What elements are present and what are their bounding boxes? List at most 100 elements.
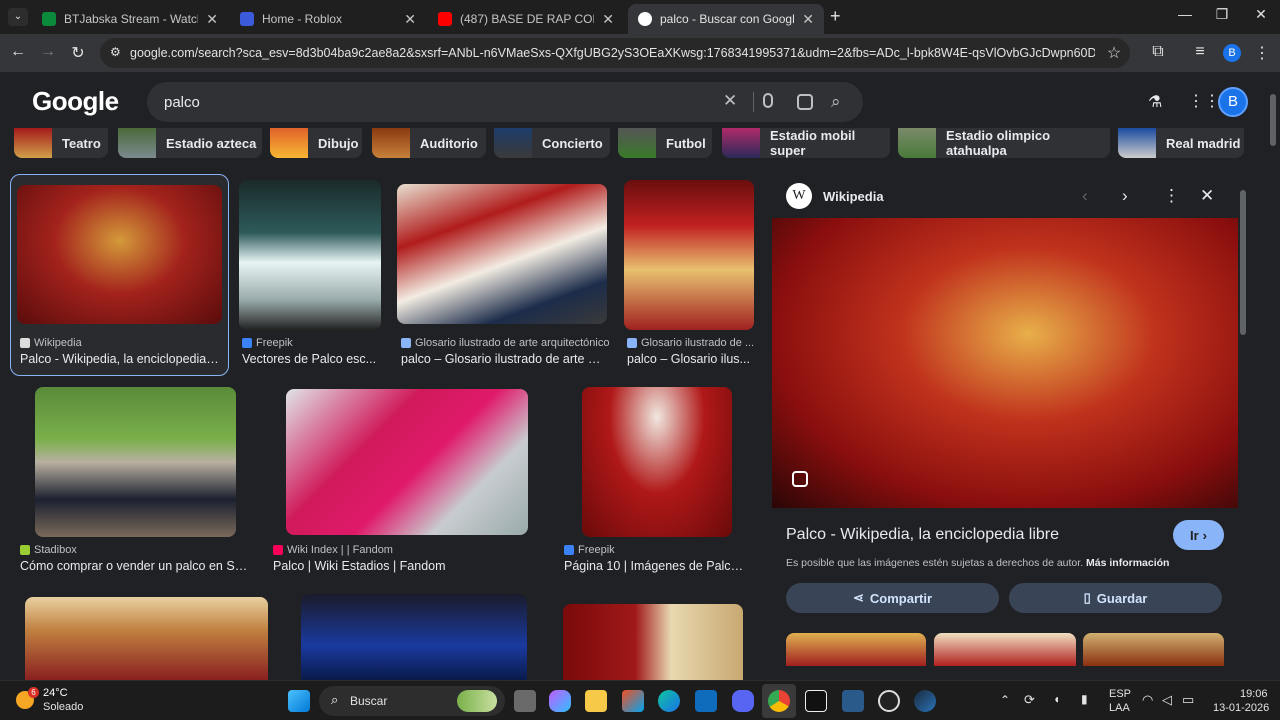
search-input[interactable]: palco xyxy=(164,94,200,111)
close-window-button[interactable]: ✕ xyxy=(1246,6,1276,23)
tab-youtube[interactable]: (487) BASE DE RAP CON PALAB ✕ xyxy=(428,4,624,34)
taskbar-search[interactable]: ⌕ Buscar xyxy=(319,686,505,716)
chip-auditorio[interactable]: Auditorio xyxy=(372,128,486,158)
labs-flask-icon[interactable]: ⚗ xyxy=(1148,92,1162,112)
result-image[interactable] xyxy=(582,387,732,537)
more-info-link[interactable]: Más información xyxy=(1086,557,1169,569)
file-explorer-icon[interactable] xyxy=(585,690,607,712)
apps-grid-icon[interactable]: ⋮⋮ xyxy=(1188,91,1220,111)
chip-teatro[interactable]: Teatro xyxy=(14,128,108,158)
language-code[interactable]: ESP xyxy=(1109,688,1131,700)
search-icon[interactable]: ⌕ xyxy=(831,92,841,112)
result-image[interactable] xyxy=(286,389,528,535)
tab-search-button[interactable]: ⌄ xyxy=(8,8,28,26)
chip-estadio-olimpico-atahualpa[interactable]: Estadio olimpico atahualpa xyxy=(898,128,1110,158)
clear-icon[interactable]: ✕ xyxy=(723,91,737,111)
share-button[interactable]: ⋖ Compartir xyxy=(786,583,999,613)
reload-icon[interactable]: ↻ xyxy=(68,43,88,63)
task-view-icon[interactable] xyxy=(514,690,536,712)
result-title[interactable]: Vectores de Palco esc... xyxy=(242,352,382,366)
chip-futbol[interactable]: Futbol xyxy=(618,128,712,158)
result-image[interactable] xyxy=(35,387,236,537)
obs-icon[interactable] xyxy=(878,690,900,712)
discord-icon[interactable] xyxy=(732,690,754,712)
media-controls-icon[interactable]: ≡ xyxy=(1190,43,1210,61)
camera-lens-icon[interactable] xyxy=(797,94,813,110)
close-tab-icon[interactable]: ✕ xyxy=(802,11,814,28)
google-logo[interactable]: Google xyxy=(32,86,119,117)
related-image[interactable] xyxy=(934,633,1076,666)
restore-button[interactable]: ❐ xyxy=(1207,6,1237,23)
save-button[interactable]: ▯ Guardar xyxy=(1009,583,1222,613)
tab-roblox[interactable]: Home - Roblox ✕ xyxy=(230,4,426,34)
result-image[interactable] xyxy=(301,594,527,680)
menu-icon[interactable]: ⋮ xyxy=(1252,43,1272,63)
result-title[interactable]: Página 10 | Imágenes de Palco ... xyxy=(564,559,750,573)
site-info-icon[interactable]: ⚙ xyxy=(110,45,121,59)
preview-image[interactable] xyxy=(772,218,1238,508)
chip-concierto[interactable]: Concierto xyxy=(494,128,610,158)
battery-icon[interactable]: ▭ xyxy=(1182,692,1194,708)
new-tab-button[interactable]: + xyxy=(830,6,841,27)
windows-start-icon[interactable] xyxy=(288,690,310,712)
profile-avatar[interactable]: B xyxy=(1223,44,1241,62)
related-image[interactable] xyxy=(786,633,926,666)
more-options-icon[interactable]: ⋮ xyxy=(1163,186,1180,206)
tab-google-search[interactable]: palco - Buscar con Google ✕ xyxy=(628,4,824,34)
extensions-icon[interactable]: ⧉ xyxy=(1148,43,1168,61)
chip-real-madrid[interactable]: Real madrid xyxy=(1118,128,1244,158)
bookmark-star-icon[interactable]: ☆ xyxy=(1104,43,1124,63)
page-scrollbar[interactable] xyxy=(1270,94,1276,146)
weather-widget[interactable]: 6 24°C Soleado xyxy=(16,687,126,715)
close-icon[interactable]: ✕ xyxy=(1200,186,1214,206)
microphone-icon[interactable] xyxy=(763,93,773,108)
close-tab-icon[interactable]: ✕ xyxy=(602,11,614,28)
chip-estadio-mobil-super[interactable]: Estadio mobil super xyxy=(722,128,890,158)
chip-dibujo[interactable]: Dibujo xyxy=(270,128,362,158)
forward-icon[interactable]: → xyxy=(38,43,58,61)
show-hidden-icons[interactable]: ⌃ xyxy=(1000,693,1010,707)
panel-source[interactable]: Wikipedia xyxy=(823,189,884,204)
lens-search-icon[interactable] xyxy=(792,471,808,487)
clock-time[interactable]: 19:06 xyxy=(1240,688,1268,700)
result-image[interactable] xyxy=(17,185,222,324)
previous-icon[interactable]: ‹ xyxy=(1082,186,1088,206)
sync-icon[interactable]: ⟳ xyxy=(1024,692,1035,708)
related-image[interactable] xyxy=(1083,633,1224,666)
address-bar[interactable]: ⚙ google.com/search?sca_esv=8d3b04ba9c2a… xyxy=(100,38,1130,68)
search-box[interactable]: palco ✕ ⌕ xyxy=(147,82,863,122)
steam-icon[interactable] xyxy=(914,690,936,712)
account-avatar[interactable]: B xyxy=(1218,87,1248,117)
panel-title[interactable]: Palco - Wikipedia, la enciclopedia libre xyxy=(786,526,1059,544)
next-icon[interactable]: › xyxy=(1122,186,1128,206)
go-button[interactable]: Ir › xyxy=(1173,520,1224,550)
microsoft-store-icon[interactable] xyxy=(622,690,644,712)
result-title[interactable]: palco – Glosario ilus... xyxy=(627,352,753,366)
minimize-button[interactable]: — xyxy=(1170,6,1200,22)
result-title[interactable]: Palco - Wikipedia, la enciclopedia l... xyxy=(20,352,220,366)
chrome-icon[interactable] xyxy=(768,690,790,712)
microphone-tray-icon[interactable]: ▮ xyxy=(1081,692,1088,706)
outlook-icon[interactable] xyxy=(695,690,717,712)
panel-scrollbar[interactable] xyxy=(1240,190,1246,335)
wifi-icon[interactable]: ◠ xyxy=(1142,692,1153,708)
result-image[interactable] xyxy=(25,597,268,680)
volume-icon[interactable]: ◁ xyxy=(1162,692,1172,708)
close-tab-icon[interactable]: ✕ xyxy=(206,11,218,28)
app-icon[interactable] xyxy=(842,690,864,712)
capcut-icon[interactable] xyxy=(805,690,827,712)
result-title[interactable]: Palco | Wiki Estadios | Fandom xyxy=(273,559,513,573)
tab-btjabska[interactable]: BTJabska Stream - Watch Live o ✕ xyxy=(32,4,228,34)
close-tab-icon[interactable]: ✕ xyxy=(404,11,416,28)
result-image[interactable] xyxy=(624,180,754,330)
result-image[interactable] xyxy=(397,184,607,324)
clock-date[interactable]: 13-01-2026 xyxy=(1213,702,1269,714)
result-title[interactable]: Cómo comprar o vender un palco en Sta... xyxy=(20,559,250,573)
result-image[interactable] xyxy=(563,604,743,680)
location-icon[interactable]: ◖ xyxy=(1053,692,1060,706)
result-image[interactable] xyxy=(239,180,381,330)
back-icon[interactable]: ← xyxy=(8,43,28,61)
result-title[interactable]: palco – Glosario ilustrado de arte ar... xyxy=(401,352,607,366)
edge-icon[interactable] xyxy=(658,690,680,712)
layout-code[interactable]: LAA xyxy=(1109,702,1130,714)
